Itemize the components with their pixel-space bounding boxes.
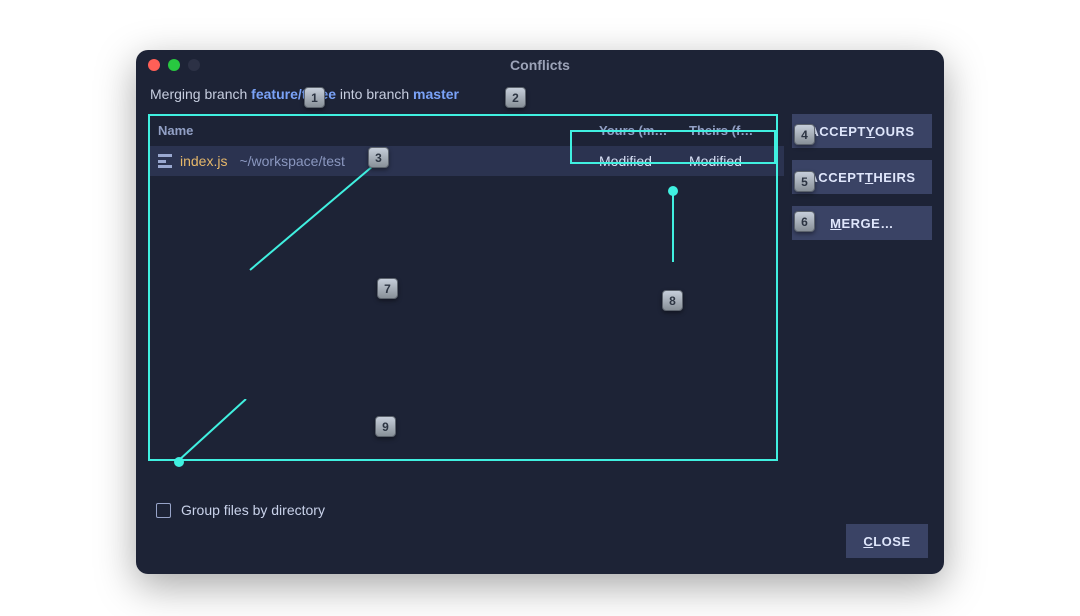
checkbox-icon[interactable] [156,503,171,518]
conflict-table: Name Yours (m… Theirs (f… index.js ~/wor… [148,114,784,240]
annotation-marker-8: 8 [662,290,683,311]
annotation-marker-7: 7 [377,278,398,299]
theirs-status: Modified [689,153,774,169]
annotation-marker-4: 4 [794,124,815,145]
table-row[interactable]: index.js ~/workspace/test Modified Modif… [148,146,784,176]
table-header: Name Yours (m… Theirs (f… [148,114,784,146]
merge-prefix: Merging branch [150,86,251,102]
annotation-marker-1: 1 [304,87,325,108]
window-title: Conflicts [136,57,944,73]
content-row: Name Yours (m… Theirs (f… index.js ~/wor… [136,114,944,240]
annotation-marker-3: 3 [368,147,389,168]
target-branch: master [413,86,459,102]
header-yours[interactable]: Yours (m… [599,123,689,138]
annotation-connector-9 [178,399,258,463]
group-by-directory-option[interactable]: Group files by directory [156,502,325,518]
annotation-connector-8 [668,190,680,270]
group-files-label: Group files by directory [181,502,325,518]
annotation-marker-2: 2 [505,87,526,108]
annotation-marker-6: 6 [794,211,815,232]
annotation-marker-9: 9 [375,416,396,437]
merge-middle: into branch [336,86,413,102]
annotation-connector-7 [246,160,386,275]
file-path: ~/workspace/test [239,153,344,169]
header-name[interactable]: Name [158,123,599,138]
titlebar: Conflicts [136,50,944,80]
close-button[interactable]: CLOSE [846,524,928,558]
close-area: CLOSE [846,524,928,558]
annotation-dot [668,186,678,196]
annotation-dot [174,457,184,467]
file-diff-icon [158,154,172,168]
file-name: index.js [180,153,227,169]
annotation-marker-5: 5 [794,171,815,192]
yours-status: Modified [599,153,689,169]
merge-summary: Merging branch feature/three into branch… [136,80,944,114]
header-theirs[interactable]: Theirs (f… [689,123,774,138]
conflicts-dialog: Conflicts Merging branch feature/three i… [136,50,944,574]
